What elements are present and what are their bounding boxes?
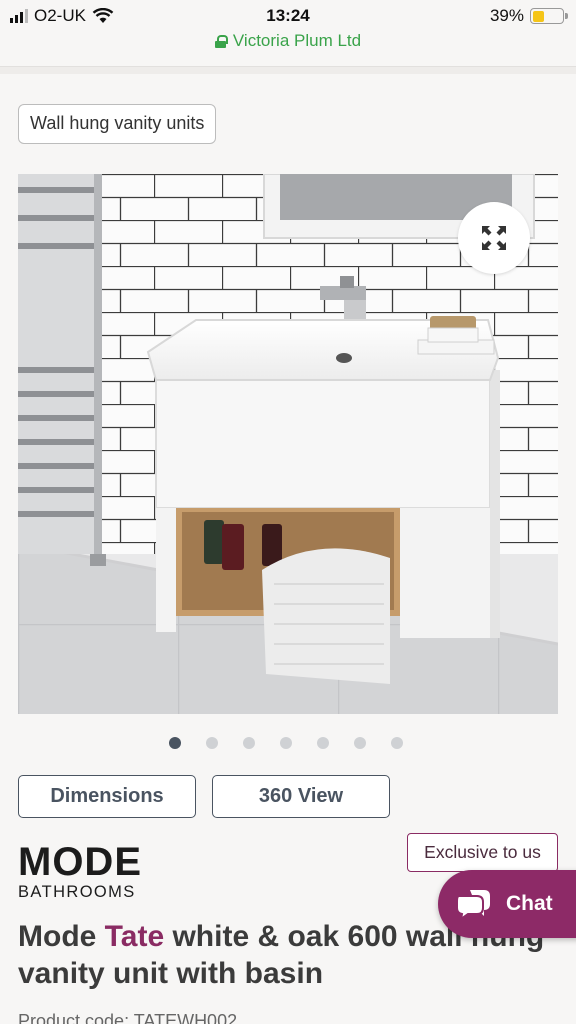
battery-percent: 39% xyxy=(489,6,524,25)
lock-icon xyxy=(214,34,228,48)
site-address[interactable]: Victoria Plum Ltd xyxy=(0,31,576,51)
title-range-name[interactable]: Tate xyxy=(105,920,164,953)
gallery-dot[interactable] xyxy=(391,737,403,749)
brand-logo[interactable]: MODE BATHROOMS xyxy=(18,842,142,902)
gallery-dot[interactable] xyxy=(280,737,292,749)
gallery-dot[interactable] xyxy=(354,737,366,749)
battery-icon xyxy=(530,8,568,24)
header-divider xyxy=(0,66,576,74)
site-name: Victoria Plum Ltd xyxy=(232,31,362,50)
product-image[interactable] xyxy=(18,174,558,714)
gallery-dot[interactable] xyxy=(169,737,181,749)
battery-status: 39% xyxy=(489,6,568,26)
status-bar: O2-UK 13:24 39% xyxy=(0,0,576,32)
title-prefix: Mode xyxy=(18,920,105,953)
chat-button[interactable]: Chat xyxy=(438,870,576,938)
exclusive-badge: Exclusive to us xyxy=(407,833,558,872)
expand-icon xyxy=(482,226,506,250)
360-view-button[interactable]: 360 View xyxy=(212,775,390,818)
dimensions-button[interactable]: Dimensions xyxy=(18,775,196,818)
product-code: Product code: TATEWH002 xyxy=(18,1011,238,1024)
chat-label: Chat xyxy=(506,892,553,915)
expand-button[interactable] xyxy=(458,202,530,274)
brand-subtitle: BATHROOMS xyxy=(18,883,136,901)
category-chip[interactable]: Wall hung vanity units xyxy=(18,104,217,144)
gallery-dot[interactable] xyxy=(317,737,329,749)
gallery-dot[interactable] xyxy=(243,737,255,749)
chat-bubble-icon xyxy=(456,890,490,920)
gallery-pagination xyxy=(169,737,403,749)
gallery-dot[interactable] xyxy=(206,737,218,749)
brand-name: MODE xyxy=(18,840,142,884)
